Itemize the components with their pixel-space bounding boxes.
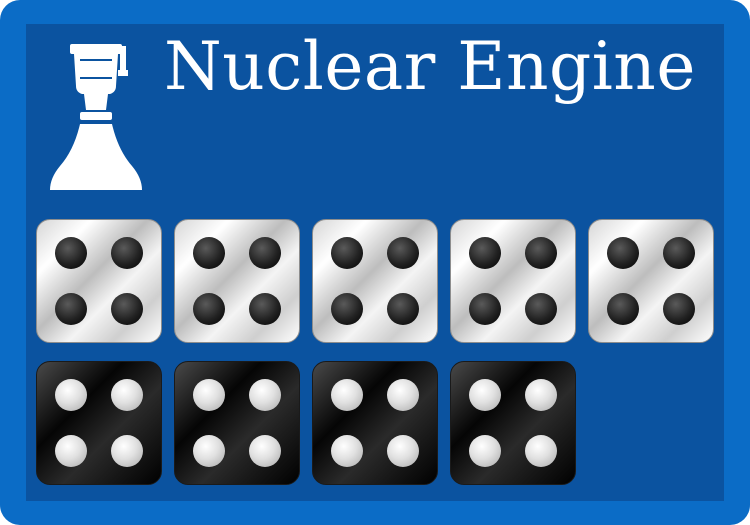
pip bbox=[469, 435, 501, 467]
pip bbox=[387, 237, 419, 269]
pip bbox=[331, 237, 363, 269]
pip bbox=[249, 293, 281, 325]
pip bbox=[525, 293, 557, 325]
rocket-nozzle-icon bbox=[50, 44, 142, 190]
pip bbox=[111, 237, 143, 269]
black-die bbox=[312, 361, 438, 485]
pip bbox=[387, 379, 419, 411]
pip bbox=[111, 379, 143, 411]
pip bbox=[469, 293, 501, 325]
pip bbox=[663, 293, 695, 325]
pip bbox=[469, 379, 501, 411]
pip bbox=[249, 237, 281, 269]
nuclear-engine-card: Nuclear Engine bbox=[0, 0, 750, 525]
pip bbox=[387, 293, 419, 325]
pip bbox=[249, 379, 281, 411]
pip bbox=[55, 435, 87, 467]
pip bbox=[331, 379, 363, 411]
pip bbox=[525, 237, 557, 269]
pip bbox=[331, 293, 363, 325]
pip bbox=[607, 293, 639, 325]
pip bbox=[55, 293, 87, 325]
pip bbox=[525, 379, 557, 411]
white-die bbox=[312, 219, 438, 343]
white-die bbox=[36, 219, 162, 343]
pip bbox=[249, 435, 281, 467]
black-die bbox=[450, 361, 576, 485]
pip bbox=[111, 293, 143, 325]
pip bbox=[193, 293, 225, 325]
black-die bbox=[36, 361, 162, 485]
pip bbox=[525, 435, 557, 467]
white-die bbox=[174, 219, 300, 343]
pip bbox=[387, 435, 419, 467]
pip bbox=[111, 435, 143, 467]
pip bbox=[193, 379, 225, 411]
card-title: Nuclear Engine bbox=[164, 28, 696, 105]
pip bbox=[193, 435, 225, 467]
black-die bbox=[174, 361, 300, 485]
white-die bbox=[450, 219, 576, 343]
pip bbox=[607, 237, 639, 269]
pip bbox=[193, 237, 225, 269]
pip bbox=[469, 237, 501, 269]
pip bbox=[663, 237, 695, 269]
pip bbox=[331, 435, 363, 467]
pip bbox=[55, 379, 87, 411]
white-die bbox=[588, 219, 714, 343]
pip bbox=[55, 237, 87, 269]
